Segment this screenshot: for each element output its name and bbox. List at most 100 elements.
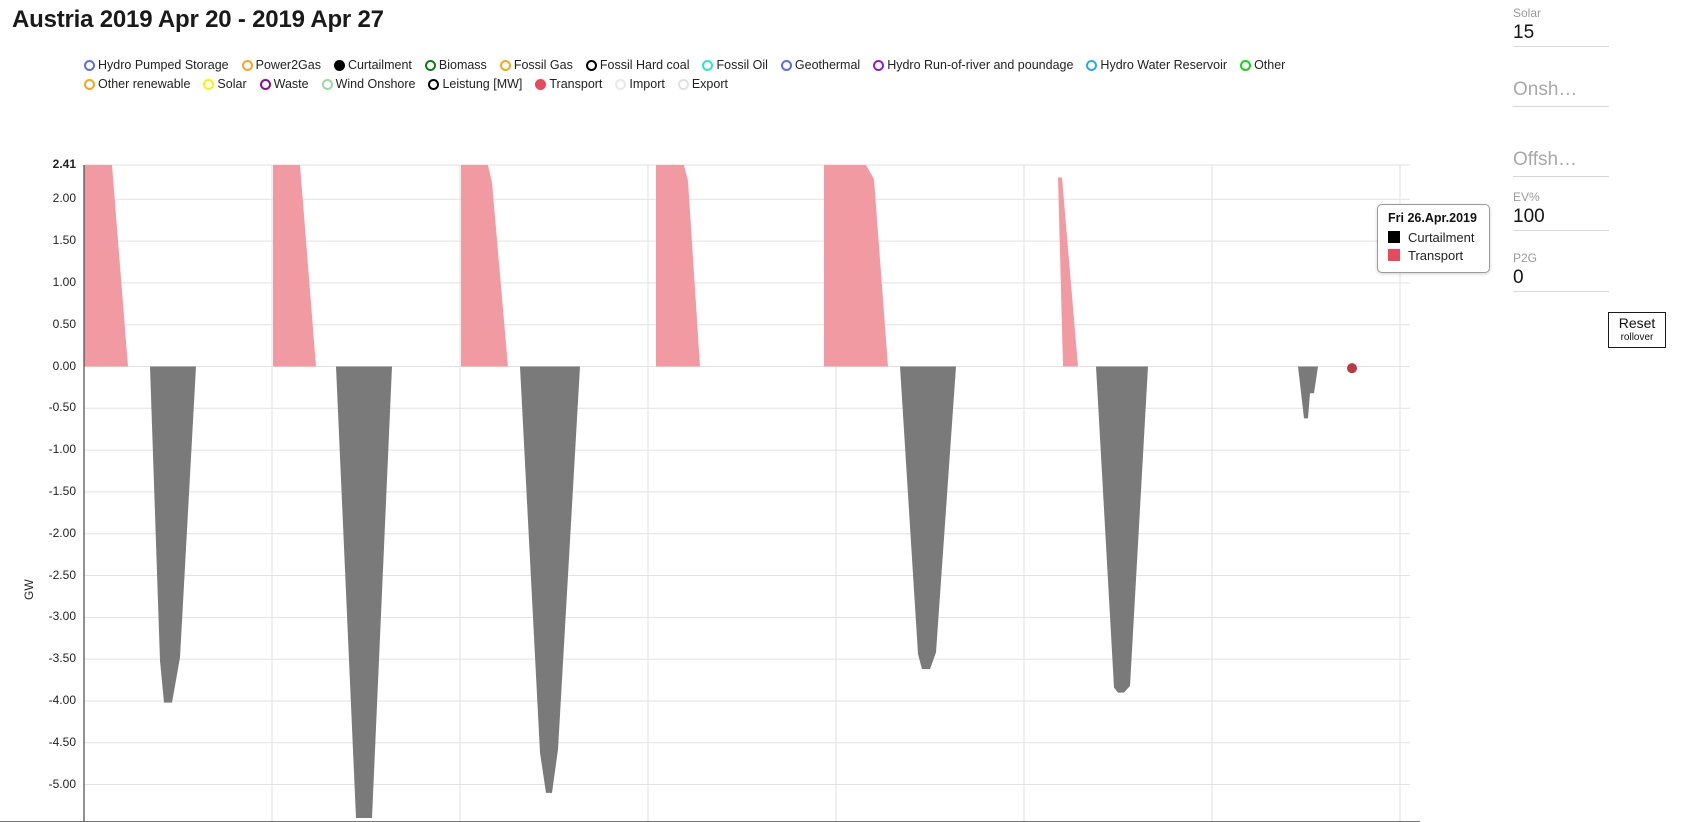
sidebar-field-ev[interactable]: EV% 100 [1513,190,1609,231]
series-area-curtailment [1298,366,1318,419]
legend-item[interactable]: Power2Gas [241,58,321,73]
sidebar-field-label-onshore: Onsh… [1513,79,1578,100]
legend-marker-icon [333,60,345,71]
legend-item[interactable]: Other renewable [84,77,190,92]
sidebar-field-value-solar[interactable]: 15 [1513,20,1609,46]
legend-marker-icon [321,79,333,90]
series-area-curtailment [520,366,580,793]
legend-marker-icon [535,79,547,90]
legend-item-label: Other renewable [98,77,191,91]
legend-item-label: Other [1254,58,1286,72]
sidebar-field-onshore[interactable]: Onsh… [1513,78,1609,107]
sidebar-field-solar[interactable]: Solar 15 [1513,6,1609,47]
series-area-curtailment [150,366,196,703]
chart-legend: Hydro Pumped Storage Power2Gas Curtailment… [84,58,1414,92]
y-tick-label: -3.50 [48,651,76,666]
legend-marker-icon [499,60,511,71]
legend-item-label: Hydro Water Reservoir [1100,58,1228,72]
legend-item[interactable]: Leistung [MW] [428,77,522,92]
y-tick-label: -4.50 [48,734,76,749]
legend-marker-icon [873,60,885,71]
tooltip-color-swatch [1388,231,1400,243]
sidebar-field-underline [1513,176,1609,177]
legend-item[interactable]: Hydro Water Reservoir [1086,58,1227,73]
legend-item[interactable]: Geothermal [780,58,861,73]
legend-marker-icon [424,60,436,71]
chart-tooltip: Fri 26.Apr.2019 Curtailment Transport [1377,204,1490,273]
legend-item[interactable]: Hydro Pumped Storage [84,58,229,73]
legend-marker-icon [780,60,792,71]
legend-item-label: Power2Gas [255,58,321,72]
sidebar-field-value-p2g[interactable]: 0 [1513,265,1609,291]
legend-item-label: Geothermal [794,58,861,72]
legend-item-label: Hydro Run-of-river and poundage [887,58,1074,72]
tooltip-series-label: Transport [1408,247,1464,263]
legend-item[interactable]: Biomass [424,58,487,73]
y-tick-label: -4.00 [48,692,76,707]
y-tick-label: 2.00 [52,191,76,206]
series-point-marker[interactable] [1347,363,1357,374]
chart-canvas[interactable] [0,140,1420,822]
legend-item[interactable]: Fossil Gas [499,58,573,73]
legend-marker-icon [84,79,95,90]
sidebar-field-p2g[interactable]: P2G 0 [1513,251,1609,292]
legend-marker-icon [702,60,714,71]
sidebar-field-label-solar: Solar [1513,6,1542,20]
legend-marker-icon [585,60,597,71]
tooltip-series-label: Curtailment [1408,229,1475,245]
legend-item[interactable]: Fossil Oil [702,58,768,73]
legend-item-label: Leistung [MW] [442,77,523,91]
sidebar-field-underline [1513,291,1609,292]
y-tick-label: 1.00 [52,274,76,289]
series-area-transport [1058,177,1078,367]
sidebar-field-label-ev: EV% [1513,190,1540,204]
legend-item[interactable]: Other [1240,58,1285,73]
legend-item-label: Waste [273,77,309,91]
sidebar-field-label-p2g: P2G [1513,251,1538,265]
legend-marker-icon [259,79,271,90]
legend-item[interactable]: Import [615,77,665,92]
legend-marker-icon [677,79,689,90]
legend-item[interactable]: Curtailment [333,58,412,73]
energy-dashboard: Austria 2019 Apr 20 - 2019 Apr 27 Hydro … [0,0,1684,822]
legend-marker-icon [84,60,95,71]
sidebar-field-offshore[interactable]: Offsh… [1513,148,1609,177]
y-tick-label: -2.00 [48,525,76,540]
legend-marker-icon [615,79,627,90]
legend-item[interactable]: Solar [203,77,247,92]
sidebar-field-label-offshore: Offsh… [1513,149,1578,170]
series-area-transport [273,165,316,367]
tooltip-row: Transport [1388,246,1477,264]
legend-item[interactable]: Export [677,77,728,92]
y-tick-label: -1.50 [48,483,76,498]
tooltip-series-list: Curtailment Transport [1388,228,1477,264]
series-area-transport [84,165,128,367]
legend-item-label: Solar [217,77,247,91]
tooltip-row: Curtailment [1388,228,1477,246]
legend-item-label: Wind Onshore [335,77,416,91]
sidebar-field-underline [1513,106,1609,107]
legend-item[interactable]: Transport [535,77,602,92]
legend-item-label: Export [691,77,728,91]
legend-marker-icon [203,79,215,90]
reset-button-sublabel: rollover [1620,332,1654,343]
series-area-transport [461,165,508,367]
y-tick-label: -1.00 [48,442,76,457]
legend-marker-icon [241,60,253,71]
legend-item[interactable]: Waste [259,77,309,92]
y-tick-label: -2.50 [48,567,76,582]
reset-button-label: Reset [1618,315,1656,331]
y-tick-label: 2.41 [52,157,76,171]
legend-item[interactable]: Hydro Run-of-river and poundage [873,58,1073,73]
legend-item[interactable]: Fossil Hard coal [585,58,689,73]
legend-marker-icon [428,79,440,90]
reset-button[interactable]: Reset rollover [1608,312,1666,348]
series-area-curtailment [1096,366,1148,693]
legend-marker-icon [1240,60,1252,71]
legend-item[interactable]: Wind Onshore [321,77,416,92]
legend-item-label: Transport [549,77,603,91]
legend-item-label: Fossil Oil [716,58,768,72]
sidebar-field-value-ev[interactable]: 100 [1513,204,1609,230]
y-tick-label: -5.00 [48,776,76,791]
legend-item-label: Biomass [438,58,487,72]
